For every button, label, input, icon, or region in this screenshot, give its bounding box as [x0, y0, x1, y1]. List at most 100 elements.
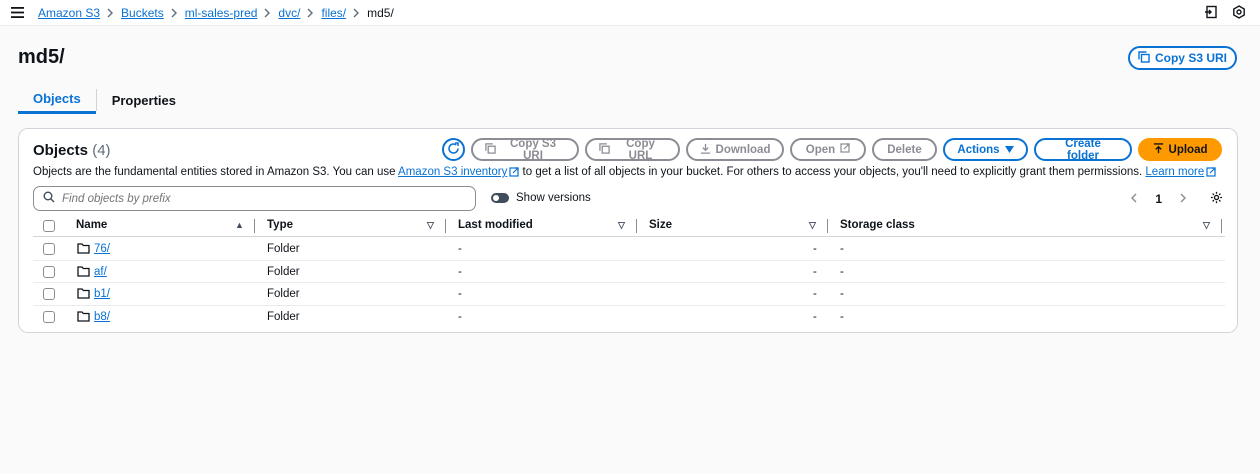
sort-icon[interactable]: ▽: [427, 220, 434, 231]
object-storage-class: -: [840, 243, 844, 255]
objects-description: Objects are the fundamental entities sto…: [33, 166, 1216, 178]
upload-button[interactable]: Upload: [1138, 138, 1222, 161]
column-type[interactable]: Type: [267, 219, 293, 231]
create-folder-label: Create folder: [1065, 137, 1101, 162]
pagination: 1: [1130, 192, 1187, 206]
show-versions-toggle[interactable]: Show versions: [491, 192, 591, 204]
refresh-button[interactable]: [442, 138, 465, 161]
caret-down-icon: [1004, 144, 1014, 156]
description-text: Objects are the fundamental entities sto…: [33, 166, 399, 178]
breadcrumb: Amazon S3 Buckets ml-sales-pred dvc/ fil…: [38, 6, 394, 20]
copy-url-button[interactable]: Copy URL: [585, 137, 680, 162]
open-button[interactable]: Open: [790, 138, 866, 161]
exit-panel-icon[interactable]: [1204, 5, 1218, 19]
copy-icon: [599, 142, 610, 157]
column-divider[interactable]: [827, 219, 828, 233]
copy-url-label: Copy URL: [626, 137, 655, 162]
learn-more-link[interactable]: Learn more: [1145, 166, 1204, 178]
objects-heading: Objects: [33, 142, 89, 159]
sort-icon[interactable]: ▽: [1203, 220, 1210, 231]
delete-label: Delete: [887, 143, 922, 156]
chevron-left-icon[interactable]: [1130, 192, 1137, 206]
column-divider[interactable]: [636, 219, 637, 233]
download-icon: [700, 143, 711, 157]
panel-title: Objects (4): [33, 142, 111, 159]
object-name-link[interactable]: af/: [94, 266, 107, 278]
settings-icon[interactable]: [1232, 5, 1246, 19]
object-size: -: [813, 310, 817, 323]
open-label: Open: [805, 143, 836, 156]
refresh-icon: [447, 141, 460, 158]
folder-icon: [77, 265, 90, 277]
object-storage-class: -: [840, 265, 844, 278]
sort-asc-icon[interactable]: ▲: [235, 220, 244, 230]
chevron-right-icon[interactable]: [1180, 192, 1187, 206]
chevron-right-icon: [171, 8, 178, 18]
table-row[interactable]: af/ Folder - - -: [33, 261, 1225, 283]
select-all-checkbox[interactable]: [43, 220, 55, 232]
object-type: Folder: [267, 265, 300, 278]
copy-icon: [485, 142, 496, 157]
object-name-link[interactable]: 76/: [94, 243, 110, 255]
delete-button[interactable]: Delete: [872, 138, 937, 161]
search-field[interactable]: [33, 186, 476, 211]
top-navigation: Amazon S3 Buckets ml-sales-pred dvc/ fil…: [0, 0, 1260, 26]
object-last-modified: -: [458, 243, 462, 255]
external-link-icon: [840, 143, 850, 156]
column-last-modified[interactable]: Last modified: [458, 219, 533, 231]
upload-icon: [1153, 142, 1164, 157]
copy-s3-uri-label: Copy S3 URI: [1154, 51, 1227, 65]
breadcrumb-dvc[interactable]: dvc/: [278, 6, 300, 20]
folder-icon: [77, 288, 90, 299]
column-divider[interactable]: [445, 219, 446, 233]
search-input[interactable]: [62, 192, 442, 205]
gear-icon[interactable]: [1210, 191, 1223, 207]
breadcrumb-bucket[interactable]: ml-sales-pred: [185, 6, 258, 20]
object-storage-class: -: [840, 288, 844, 300]
object-name-link[interactable]: b1/: [94, 288, 110, 300]
object-last-modified: -: [458, 265, 462, 278]
copy-s3-uri-button[interactable]: Copy S3 URI: [1128, 46, 1237, 70]
column-divider[interactable]: [1221, 219, 1222, 233]
download-button[interactable]: Download: [686, 138, 784, 161]
download-label: Download: [715, 143, 771, 156]
page-number[interactable]: 1: [1155, 192, 1162, 206]
object-size: -: [813, 265, 817, 278]
breadcrumb-current: md5/: [367, 5, 394, 20]
row-checkbox[interactable]: [43, 288, 55, 300]
chevron-right-icon: [107, 8, 114, 18]
chevron-right-icon: [264, 8, 271, 18]
object-type: Folder: [267, 288, 300, 300]
column-divider[interactable]: [254, 219, 255, 233]
breadcrumb-files[interactable]: files/: [321, 6, 346, 20]
tab-properties[interactable]: Properties: [97, 86, 191, 114]
column-name[interactable]: Name: [76, 219, 107, 231]
chevron-right-icon: [353, 8, 360, 18]
menu-icon[interactable]: [10, 6, 24, 20]
create-folder-button[interactable]: Create folder: [1034, 137, 1132, 162]
table-row[interactable]: 76/ Folder - - -: [33, 238, 1225, 261]
column-storage-class[interactable]: Storage class: [840, 219, 915, 231]
actions-label: Actions: [957, 143, 1000, 156]
chevron-right-icon: [307, 8, 314, 18]
copy-s3-uri-disabled-button[interactable]: Copy S3 URI: [471, 138, 579, 162]
table-row[interactable]: b8/ Folder - - -: [33, 306, 1225, 329]
toggle-switch[interactable]: [491, 193, 509, 203]
sort-icon[interactable]: ▽: [618, 220, 625, 231]
column-size[interactable]: Size: [649, 219, 672, 231]
object-type: Folder: [267, 310, 300, 323]
show-versions-label: Show versions: [516, 192, 591, 204]
sort-icon[interactable]: ▽: [809, 220, 816, 231]
breadcrumb-amazon-s3[interactable]: Amazon S3: [38, 6, 100, 20]
row-checkbox[interactable]: [43, 243, 55, 255]
breadcrumb-buckets[interactable]: Buckets: [121, 6, 164, 20]
folder-icon: [77, 310, 90, 322]
object-storage-class: -: [840, 310, 844, 323]
table-row[interactable]: b1/ Folder - - -: [33, 283, 1225, 306]
inventory-link[interactable]: Amazon S3 inventory: [398, 166, 507, 178]
tab-objects[interactable]: Objects: [18, 86, 96, 114]
row-checkbox[interactable]: [43, 310, 55, 323]
row-checkbox[interactable]: [43, 265, 55, 278]
actions-button[interactable]: Actions: [943, 138, 1028, 161]
object-name-link[interactable]: b8/: [94, 311, 110, 323]
